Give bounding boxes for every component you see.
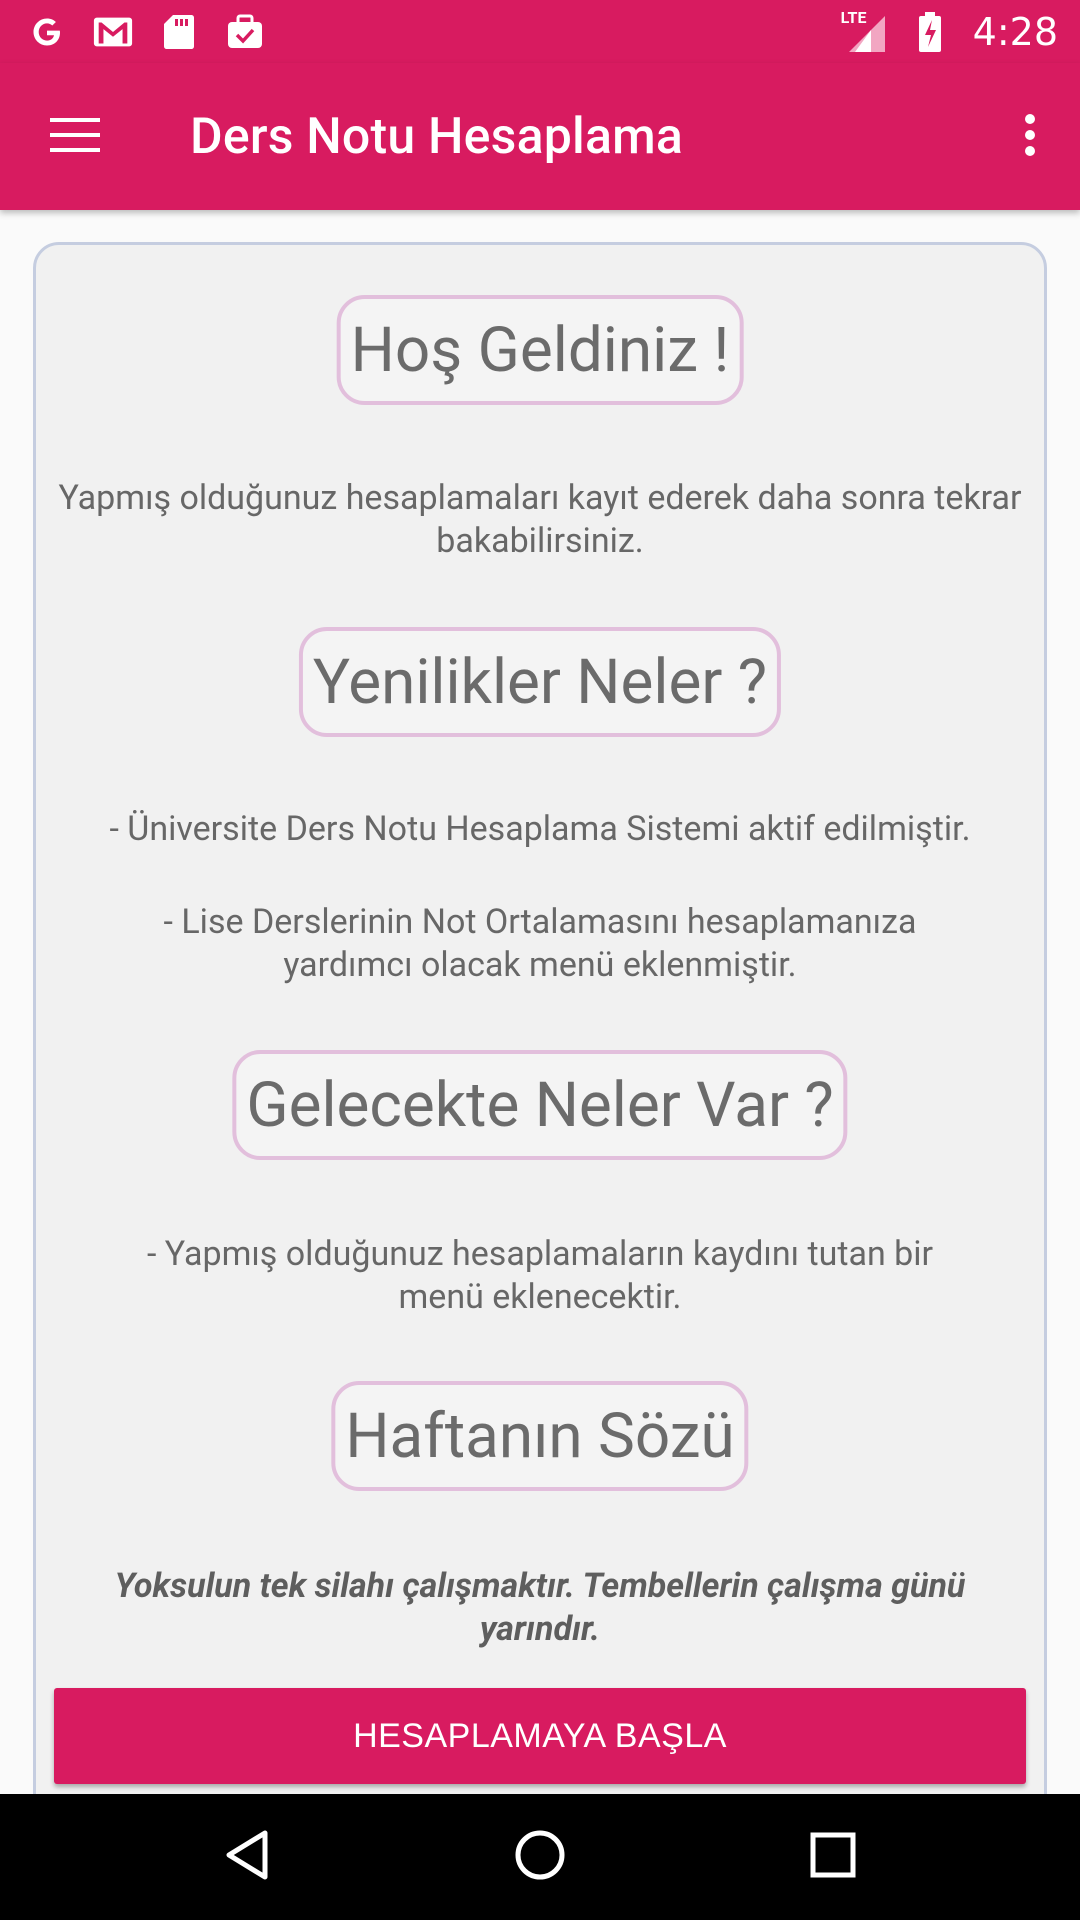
- app-bar: Ders Notu Hesaplama: [0, 63, 1080, 210]
- quote-text: Yoksulun tek silahı çalışmaktır. Tembell…: [114, 1566, 966, 1649]
- welcome-text: Yapmış olduğunuz hesaplamaları kayıt ede…: [58, 478, 1022, 561]
- start-calculation-button[interactable]: HESAPLAMAYA BAŞLA: [54, 1688, 1026, 1784]
- news-item-2: - Lise Derslerinin Not Ortalamasını hesa…: [163, 902, 917, 985]
- system-navigation-bar: [0, 1794, 1080, 1920]
- recents-icon: [810, 1832, 856, 1882]
- overflow-menu-button[interactable]: [980, 63, 1080, 210]
- quote-heading: Haftanın Sözü: [331, 1381, 749, 1491]
- navigation-drawer-button[interactable]: [0, 63, 150, 210]
- signal-icon: LTE: [841, 8, 887, 54]
- back-button[interactable]: [187, 1797, 307, 1917]
- back-icon: [223, 1829, 271, 1885]
- system-icons: LTE 4:28: [841, 8, 1058, 54]
- overflow-menu-icon: [1024, 113, 1036, 161]
- google-icon: [26, 11, 68, 53]
- app-title: Ders Notu Hesaplama: [190, 107, 684, 166]
- gmail-icon: [92, 11, 134, 53]
- news-item-1: - Üniversite Ders Notu Hesaplama Sistemi…: [109, 809, 971, 849]
- future-heading: Gelecekte Neler Var ?: [232, 1050, 848, 1160]
- news-heading: Yenilikler Neler ?: [298, 627, 782, 737]
- home-icon: [514, 1829, 566, 1885]
- main-content[interactable]: Hoş Geldiniz ! Yapmış olduğunuz hesaplam…: [0, 210, 1080, 1794]
- welcome-heading: Hoş Geldiniz !: [336, 295, 744, 405]
- recents-button[interactable]: [773, 1797, 893, 1917]
- battery-charging-icon: [909, 11, 951, 53]
- status-time: 4:28: [972, 9, 1058, 54]
- home-button[interactable]: [480, 1797, 600, 1917]
- status-bar: LTE 4:28: [0, 0, 1080, 63]
- sd-card-icon: [158, 11, 200, 53]
- notification-icons: [26, 11, 266, 53]
- hamburger-menu-icon: [50, 117, 100, 157]
- briefcase-check-icon: [224, 11, 266, 53]
- future-item-1: - Yapmış olduğunuz hesaplamaların kaydın…: [146, 1234, 934, 1317]
- info-card: Hoş Geldiniz ! Yapmış olduğunuz hesaplam…: [33, 242, 1047, 1794]
